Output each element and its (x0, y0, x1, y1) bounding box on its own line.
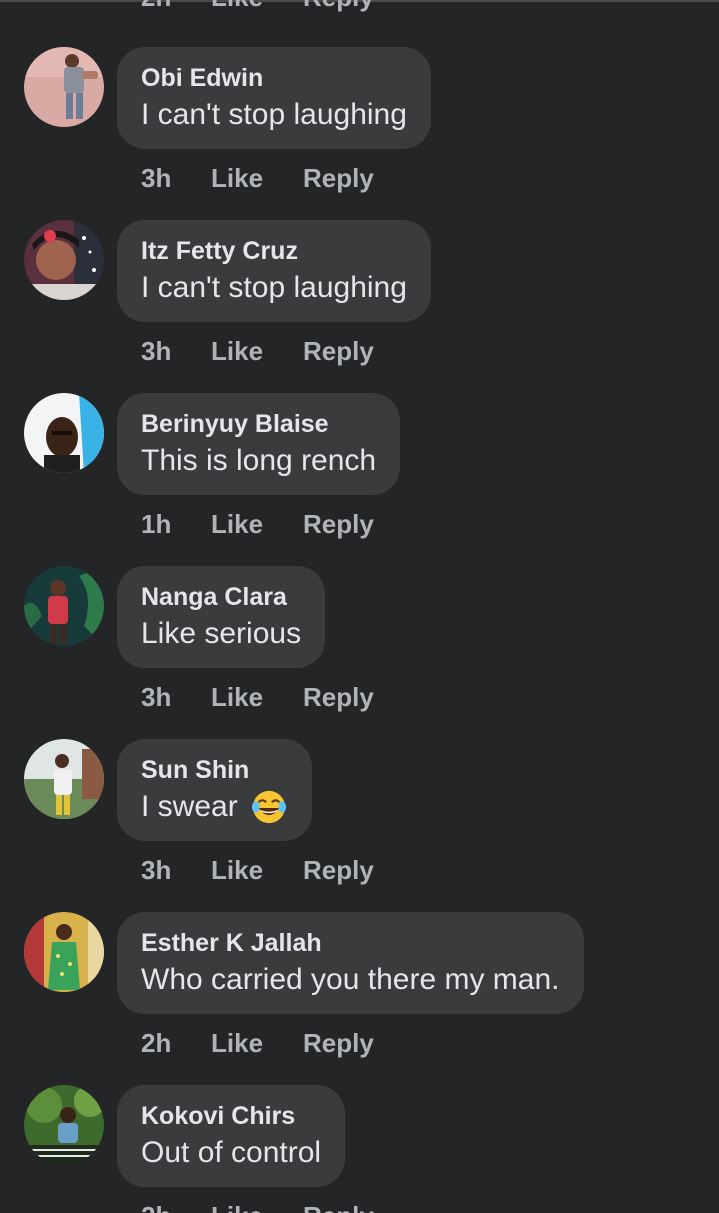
comment-text: Like serious (141, 617, 302, 650)
reply-link[interactable]: Reply (303, 1199, 374, 1213)
comment-text: I swear (141, 787, 288, 827)
comment-author[interactable]: Obi Edwin (141, 61, 407, 95)
like-link[interactable]: Like (211, 334, 263, 368)
comment-time[interactable]: 1h (141, 507, 171, 541)
comment-item: Nanga Clara Like serious 3h Like Reply (0, 566, 719, 739)
comment-time[interactable]: 3h (141, 334, 171, 368)
comment-time[interactable]: 3h (141, 161, 171, 195)
avatar[interactable] (24, 393, 104, 473)
comment-bubble: Obi Edwin I can't stop laughing (117, 47, 431, 149)
comment-item: Itz Fetty Cruz I can't stop laughing 3h … (0, 220, 719, 393)
reply-link[interactable]: Reply (303, 680, 374, 714)
comment-author[interactable]: Itz Fetty Cruz (141, 234, 407, 268)
comment-bubble: Sun Shin I swear (117, 739, 312, 841)
comment-time[interactable]: 2h (141, 1199, 171, 1213)
comment-list: 2h Like Reply Obi Edwin I can't stop lau… (0, 0, 719, 1213)
comment-author[interactable]: Sun Shin (141, 753, 288, 787)
comment-author[interactable]: Esther K Jallah (141, 926, 560, 960)
avatar[interactable] (24, 912, 104, 992)
comment-bubble: Kokovi Chirs Out of control (117, 1085, 346, 1187)
like-link[interactable]: Like (211, 0, 263, 14)
like-link[interactable]: Like (211, 680, 263, 714)
reply-link[interactable]: Reply (303, 853, 374, 887)
avatar[interactable] (24, 220, 104, 300)
comment-author[interactable]: Berinyuy Blaise (141, 407, 376, 441)
comment-bubble: Itz Fetty Cruz I can't stop laughing (117, 220, 431, 322)
avatar[interactable] (24, 566, 104, 646)
avatar[interactable] (24, 47, 104, 127)
like-link[interactable]: Like (211, 1026, 263, 1060)
reply-link[interactable]: Reply (303, 0, 374, 14)
avatar[interactable] (24, 1085, 104, 1165)
comment-bubble: Esther K Jallah Who carried you there my… (117, 912, 584, 1014)
comment-item: Obi Edwin I can't stop laughing 3h Like … (0, 47, 719, 220)
comment-text: Who carried you there my man. (141, 963, 560, 996)
comment-bubble: Berinyuy Blaise This is long rench (117, 393, 401, 495)
like-link[interactable]: Like (211, 507, 263, 541)
reply-link[interactable]: Reply (303, 161, 374, 195)
comment-time[interactable]: 3h (141, 680, 171, 714)
comment-text: I can't stop laughing (141, 271, 407, 304)
comment-time[interactable]: 3h (141, 853, 171, 887)
comment-text: This is long rench (141, 444, 377, 477)
reply-link[interactable]: Reply (303, 1026, 374, 1060)
comment-time: 2h (141, 0, 171, 14)
comment-bubble: Nanga Clara Like serious (117, 566, 326, 668)
reply-link[interactable]: Reply (303, 507, 374, 541)
avatar[interactable] (24, 739, 104, 819)
comment-text: I can't stop laughing (141, 98, 407, 131)
laughing-tears-emoji (251, 790, 286, 824)
comment-author[interactable]: Nanga Clara (141, 580, 301, 614)
comment-item: Esther K Jallah Who carried you there my… (0, 912, 719, 1085)
comment-item: Berinyuy Blaise This is long rench 1h Li… (0, 393, 719, 566)
comment-item: Kokovi Chirs Out of control 2h Like Repl… (0, 1085, 719, 1213)
like-link[interactable]: Like (211, 853, 263, 887)
comment-time[interactable]: 2h (141, 1026, 171, 1060)
comment-author[interactable]: Kokovi Chirs (141, 1099, 321, 1133)
comment-item: Sun Shin I swear 3h Like Reply (0, 739, 719, 912)
reply-link[interactable]: Reply (303, 334, 374, 368)
like-link[interactable]: Like (211, 1199, 263, 1213)
like-link[interactable]: Like (211, 161, 263, 195)
comment-text: Out of control (141, 1136, 322, 1169)
